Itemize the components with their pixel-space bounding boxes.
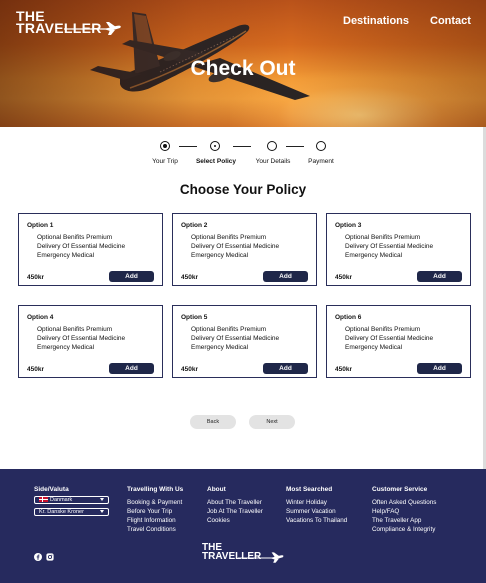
currency-value: Kr. Danske Kroner (39, 509, 84, 515)
option-price: 450kr (181, 366, 198, 373)
step-connector (179, 146, 197, 147)
policy-card: Option 2 Optional Benifits Premium Deliv… (172, 213, 317, 286)
footer-link[interactable]: About The Traveller (207, 498, 263, 507)
option-title: Option 4 (27, 314, 54, 321)
footer-link[interactable]: Before Your Trip (127, 507, 183, 516)
footer-heading: Side/Valuta (34, 486, 69, 493)
option-feature: Optional Benifits Premium (37, 326, 113, 333)
option-feature: Emergency Medical (345, 344, 403, 351)
option-title: Option 6 (335, 314, 362, 321)
option-price: 450kr (27, 366, 44, 373)
step-dot-select-policy (210, 141, 220, 151)
footer-link[interactable]: The Traveller App (372, 516, 436, 525)
step-label-payment: Payment (308, 158, 334, 165)
footer-link[interactable]: Help/FAQ (372, 507, 436, 516)
policy-card: Option 3 Optional Benifits Premium Deliv… (326, 213, 471, 286)
option-price: 450kr (181, 274, 198, 281)
footer-link[interactable]: Winter Holiday (286, 498, 347, 507)
footer-link[interactable]: Travel Conditions (127, 525, 183, 534)
step-connector (286, 146, 304, 147)
back-button[interactable]: Back (190, 415, 236, 429)
footer-link[interactable]: Booking & Payment (127, 498, 183, 507)
step-dot-your-details (267, 141, 277, 151)
option-feature: Delivery Of Essential Medicine (345, 243, 434, 250)
footer-logo-plane-icon (238, 552, 284, 563)
next-button[interactable]: Next (249, 415, 295, 429)
step-connector (233, 146, 251, 147)
site-footer: Side/Valuta Danmark Kr. Danske Kroner Tr… (0, 469, 486, 583)
add-option-button[interactable]: Add (417, 363, 462, 374)
logo-plane-icon (64, 22, 121, 35)
footer-col-service: Customer Service Often Asked Questions H… (372, 486, 436, 534)
step-label-select-policy: Select Policy (195, 158, 237, 165)
footer-brand-logo[interactable]: THE TRAVELLER (202, 543, 284, 563)
option-feature: Emergency Medical (191, 252, 249, 259)
caret-down-icon (100, 498, 104, 501)
option-feature: Delivery Of Essential Medicine (37, 335, 126, 342)
section-title: Choose Your Policy (179, 182, 307, 197)
option-feature: Emergency Medical (37, 252, 95, 259)
option-title: Option 1 (27, 222, 54, 229)
add-option-button[interactable]: Add (263, 363, 308, 374)
danish-flag-icon (39, 496, 48, 502)
add-option-button[interactable]: Add (263, 271, 308, 282)
option-feature: Emergency Medical (191, 344, 249, 351)
option-feature: Delivery Of Essential Medicine (191, 243, 280, 250)
option-feature: Delivery Of Essential Medicine (345, 335, 434, 342)
footer-col-about: About About The Traveller Job At The Tra… (207, 486, 263, 525)
add-option-button[interactable]: Add (109, 363, 154, 374)
brand-logo[interactable]: THE TRAVELLER (16, 9, 121, 35)
hero-banner: THE TRAVELLER Destinations Contact Check… (0, 0, 486, 127)
instagram-icon[interactable] (46, 553, 54, 561)
option-feature: Emergency Medical (37, 344, 95, 351)
policy-card: Option 1 Optional Benifits Premium Deliv… (18, 213, 163, 286)
nav-contact[interactable]: Contact (430, 15, 471, 27)
country-value: Danmark (50, 497, 73, 503)
footer-link[interactable]: Flight Information (127, 516, 183, 525)
caret-down-icon (100, 510, 104, 513)
option-price: 450kr (335, 274, 352, 281)
page-title: Check Out (190, 57, 296, 80)
step-dot-your-trip (160, 141, 170, 151)
option-feature: Emergency Medical (345, 252, 403, 259)
footer-link[interactable]: Often Asked Questions (372, 498, 436, 507)
policy-card: Option 5 Optional Benifits Premium Deliv… (172, 305, 317, 378)
footer-heading: About (207, 486, 226, 493)
footer-link[interactable]: Vacations To Thailand (286, 516, 347, 525)
country-select[interactable]: Danmark (34, 496, 109, 504)
nav-destinations[interactable]: Destinations (343, 15, 409, 27)
footer-heading: Most Searched (286, 486, 333, 493)
footer-link[interactable]: Cookies (207, 516, 263, 525)
option-price: 450kr (335, 366, 352, 373)
add-option-button[interactable]: Add (109, 271, 154, 282)
footer-col-travelling: Travelling With Us Booking & Payment Bef… (127, 486, 183, 534)
option-feature: Optional Benifits Premium (191, 326, 267, 333)
facebook-icon[interactable] (34, 553, 42, 561)
checkout-stepper: Your Trip Select Policy Your Details Pay… (0, 140, 486, 170)
policy-card: Option 4 Optional Benifits Premium Deliv… (18, 305, 163, 378)
footer-link[interactable]: Summer Vacation (286, 507, 347, 516)
policy-card: Option 6 Optional Benifits Premium Deliv… (326, 305, 471, 378)
option-feature: Optional Benifits Premium (345, 326, 421, 333)
option-title: Option 2 (181, 222, 208, 229)
option-title: Option 5 (181, 314, 208, 321)
footer-link[interactable]: Job At The Traveller (207, 507, 263, 516)
footer-link[interactable]: Compliance & Integrity (372, 525, 436, 534)
option-feature: Optional Benifits Premium (345, 234, 421, 241)
option-feature: Optional Benifits Premium (191, 234, 267, 241)
footer-heading: Customer Service (372, 486, 428, 493)
option-price: 450kr (27, 274, 44, 281)
option-title: Option 3 (335, 222, 362, 229)
option-feature: Optional Benifits Premium (37, 234, 113, 241)
footer-heading: Travelling With Us (127, 486, 184, 493)
option-feature: Delivery Of Essential Medicine (191, 335, 280, 342)
step-dot-payment (316, 141, 326, 151)
add-option-button[interactable]: Add (417, 271, 462, 282)
currency-select[interactable]: Kr. Danske Kroner (34, 508, 109, 516)
option-feature: Delivery Of Essential Medicine (37, 243, 126, 250)
footer-col-searched: Most Searched Winter Holiday Summer Vaca… (286, 486, 347, 525)
